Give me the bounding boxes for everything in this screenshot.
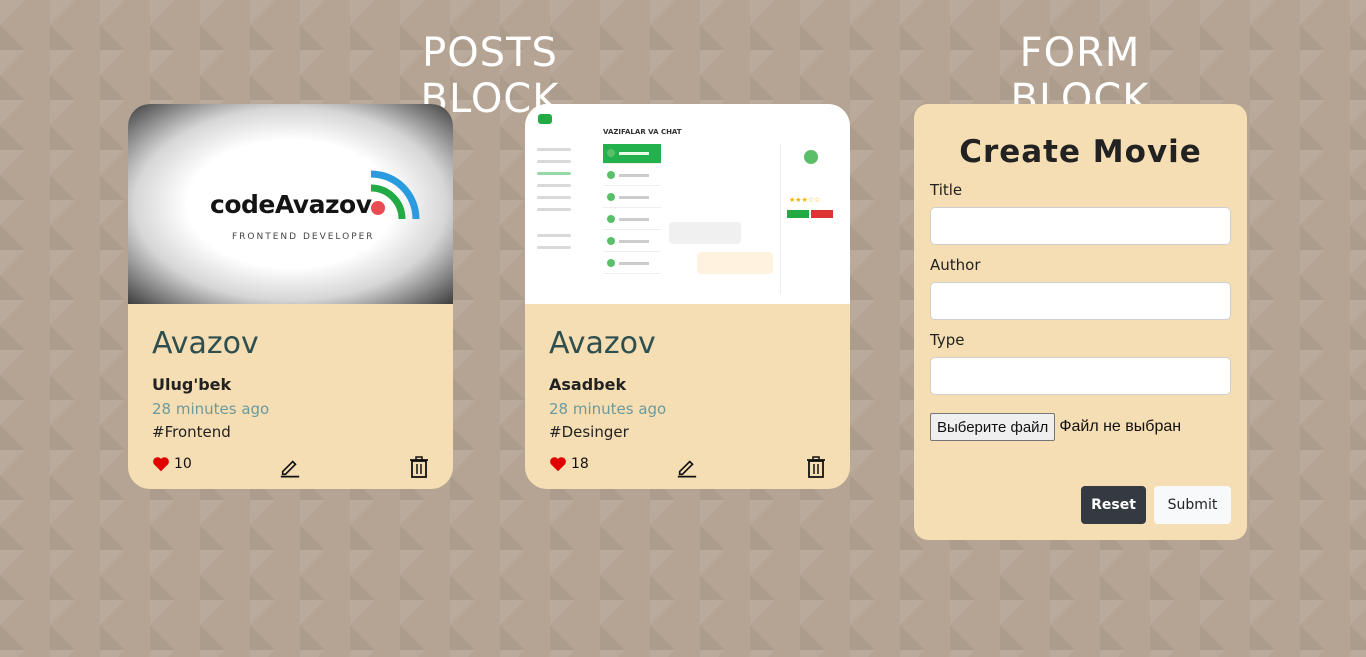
post-body: Avazov Ulug'bek 28 minutes ago #Frontend… <box>128 304 453 489</box>
file-status: Файл не выбран <box>1059 418 1182 435</box>
dashboard-sidebar <box>525 104 595 304</box>
dashboard-title: VAZIFALAR VA CHAT <box>603 128 682 136</box>
post-author: Ulug'bek <box>152 375 232 394</box>
logo-subtitle: FRONTEND DEVELOPER <box>232 232 375 242</box>
type-label: Type <box>930 331 965 349</box>
post-time: 28 minutes ago <box>549 400 667 418</box>
post-title: Avazov <box>549 326 656 361</box>
like-count: 10 <box>174 456 192 472</box>
like-button[interactable]: 18 <box>549 456 589 472</box>
like-button[interactable]: 10 <box>152 456 192 472</box>
pencil-icon <box>677 460 697 478</box>
pencil-icon <box>280 460 300 478</box>
post-tag: #Desinger <box>549 423 629 441</box>
post-actions: 10 <box>152 456 429 480</box>
author-label: Author <box>930 256 981 274</box>
form-heading: Create Movie <box>959 134 1202 170</box>
like-count: 18 <box>571 456 589 472</box>
dashboard-profile-panel: ★★★☆☆ <box>780 144 840 294</box>
title-input[interactable] <box>930 207 1231 245</box>
submit-button[interactable]: Submit <box>1154 486 1231 524</box>
heart-icon <box>153 457 169 472</box>
dashboard-chat-area <box>667 144 777 294</box>
delete-button[interactable] <box>409 456 429 482</box>
post-image: codeAvazov FRONTEND DEVELOPER <box>128 104 453 304</box>
title-label: Title <box>930 181 963 199</box>
post-title: Avazov <box>152 326 259 361</box>
file-upload: Выберите файл Файл не выбран <box>930 413 1231 441</box>
logo-text: codeAvazov <box>210 190 372 219</box>
form-actions: Reset Submit <box>1081 486 1231 524</box>
author-input[interactable] <box>930 282 1231 320</box>
reset-button[interactable]: Reset <box>1081 486 1146 524</box>
post-image: VAZIFALAR VA CHAT ★★★☆☆ <box>525 104 850 304</box>
post-tag: #Frontend <box>152 423 231 441</box>
dashboard-logo-icon <box>538 114 552 124</box>
create-movie-form: Create Movie Title Author Type Выберите … <box>914 104 1247 540</box>
post-author: Asadbek <box>549 375 627 394</box>
dashboard-chat-list <box>603 144 661 276</box>
trash-icon <box>410 456 428 478</box>
edit-button[interactable] <box>279 456 301 482</box>
wifi-arc-icon <box>370 170 420 220</box>
post-card: VAZIFALAR VA CHAT ★★★☆☆ Avazov Asadbek 2… <box>525 104 850 489</box>
choose-file-button[interactable]: Выберите файл <box>930 413 1056 441</box>
heart-icon <box>550 457 566 472</box>
delete-button[interactable] <box>806 456 826 482</box>
type-input[interactable] <box>930 357 1231 395</box>
edit-button[interactable] <box>676 456 698 482</box>
post-actions: 18 <box>549 456 826 480</box>
post-time: 28 minutes ago <box>152 400 270 418</box>
post-body: Avazov Asadbek 28 minutes ago #Desinger … <box>525 304 850 489</box>
post-card: codeAvazov FRONTEND DEVELOPER Avazov Ulu… <box>128 104 453 489</box>
trash-icon <box>807 456 825 478</box>
